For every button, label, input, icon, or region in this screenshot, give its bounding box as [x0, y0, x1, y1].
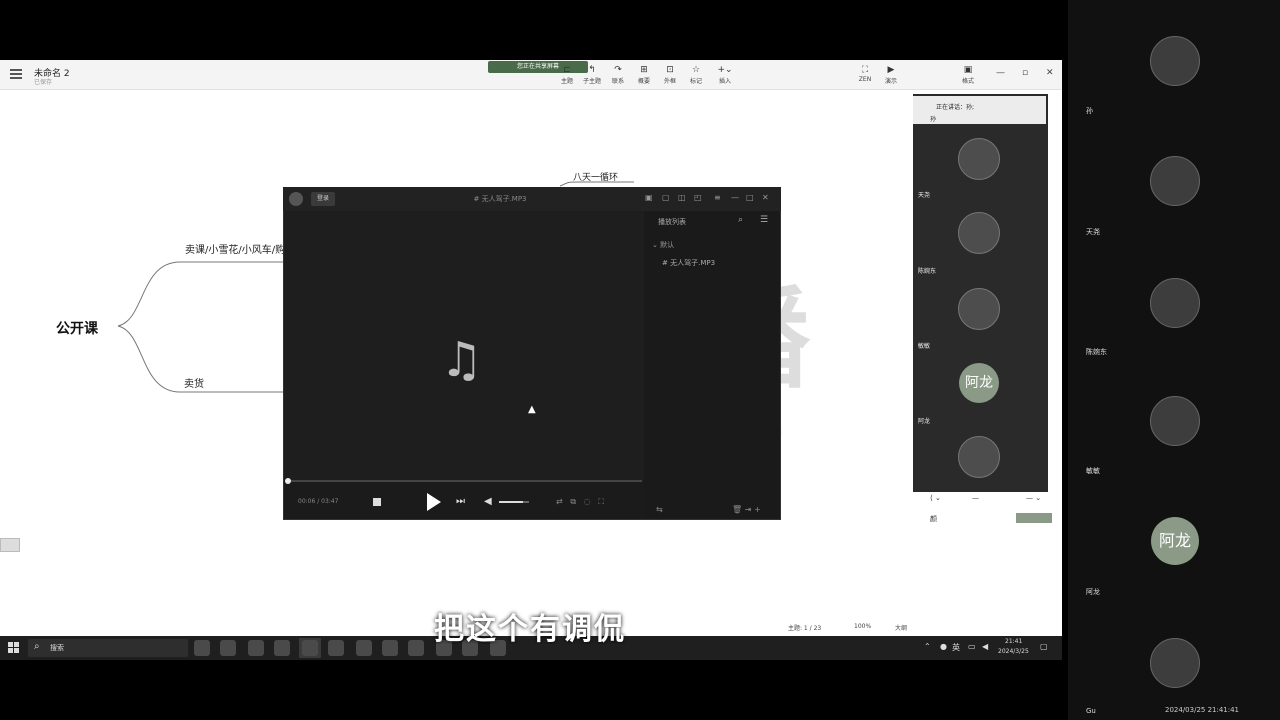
maximize-icon[interactable]: □: [746, 193, 754, 202]
participant-name: 孙: [1086, 107, 1093, 115]
speaking-text: 正在讲话：孙;: [936, 104, 975, 111]
chat-icon[interactable]: ◫: [678, 193, 686, 202]
color-swatch[interactable]: [1016, 513, 1052, 523]
search-icon[interactable]: ⌕: [738, 215, 743, 225]
volume-level: [499, 501, 523, 503]
mindmap-node[interactable]: 卖课/小雪花/小风车/购: [185, 241, 285, 256]
now-playing-title: # 无人驾子.MP3: [473, 195, 527, 203]
participant-avatar[interactable]: [1150, 396, 1200, 446]
mindmap-node[interactable]: 卖货: [184, 375, 204, 390]
stop-button[interactable]: [373, 498, 381, 506]
playlist-mode-icon[interactable]: ⇆: [656, 505, 663, 514]
music-note-icon: ♫: [440, 332, 484, 388]
app-icon[interactable]: [220, 640, 236, 656]
folder-label: 默认: [660, 241, 675, 249]
volume-icon[interactable]: ◀: [484, 496, 492, 507]
participant-avatar[interactable]: [958, 436, 1000, 478]
network-icon[interactable]: ▭: [968, 642, 976, 651]
side-panel-toggle[interactable]: [0, 538, 20, 552]
playlist-tools-icon[interactable]: 🗑 ⇥ +: [732, 505, 761, 514]
participant-name: Gu: [1086, 707, 1096, 715]
play-button[interactable]: [427, 493, 441, 511]
participant-name: 阿龙: [1086, 588, 1100, 596]
participant-name: 敏敏: [918, 343, 931, 350]
player-logo-icon: [289, 192, 303, 206]
minimize-icon[interactable]: —: [731, 193, 739, 202]
stroke-select[interactable]: —: [972, 494, 979, 502]
participant-avatar[interactable]: [958, 138, 1000, 180]
participant-name: 天尧: [918, 192, 931, 199]
start-icon[interactable]: [8, 642, 20, 654]
video-subtitle: 把这个有调侃: [434, 612, 626, 644]
current-speaker: 孙: [930, 116, 937, 123]
search-placeholder: 搜索: [50, 644, 64, 652]
participant-avatar[interactable]: [958, 212, 1000, 254]
participant-name: 敏敏: [1086, 467, 1100, 475]
participant-avatar[interactable]: [1150, 36, 1200, 86]
topic-count: 主题: 1 / 23: [788, 625, 822, 632]
color-label: 颜: [930, 515, 937, 523]
message-icon[interactable]: ◰: [694, 193, 702, 202]
notification-icon[interactable]: ▢: [1040, 642, 1048, 651]
recording-timestamp: 2024/03/25 21:41:41: [1165, 706, 1240, 714]
clock-date[interactable]: 2024/3/25: [998, 648, 1029, 655]
participant-avatar[interactable]: 阿龙: [1151, 517, 1199, 565]
participant-avatar[interactable]: [958, 288, 1000, 330]
participant-name: 阿龙: [918, 418, 931, 425]
close-icon[interactable]: ✕: [762, 193, 769, 202]
participant-avatar[interactable]: [1150, 638, 1200, 688]
mouse-cursor-icon: ▲: [528, 404, 536, 415]
outline-button[interactable]: 大纲: [895, 623, 907, 632]
seek-handle[interactable]: [285, 478, 291, 484]
mindmap-node[interactable]: 八天一循环: [573, 170, 618, 183]
shape-select[interactable]: ⟨ ⌄: [930, 494, 941, 502]
tray-chevron-icon[interactable]: ⌃: [924, 642, 931, 651]
participant-name: 天尧: [1086, 228, 1100, 236]
playback-time: 00:06 / 03:47: [298, 498, 339, 505]
participant-avatar[interactable]: [1150, 278, 1200, 328]
skin-icon[interactable]: ▢: [662, 193, 670, 202]
participant-gallery: [1068, 0, 1280, 720]
participant-avatar[interactable]: 阿龙: [959, 363, 999, 403]
playlist-title: 播放列表: [658, 218, 686, 226]
game-icon[interactable]: ▣: [645, 193, 653, 202]
mindmap-root-node[interactable]: 公开课: [56, 318, 98, 338]
login-button[interactable]: 登录: [311, 192, 335, 206]
list-menu-icon[interactable]: ☰: [760, 215, 768, 225]
clock-time[interactable]: 21:41: [1005, 638, 1022, 645]
participant-name: 陈婉东: [1086, 348, 1107, 356]
line-select[interactable]: — ⌄: [1026, 494, 1041, 502]
search-icon: ⌕: [34, 641, 40, 652]
playlist-folder[interactable]: ⌄ 默认: [652, 240, 674, 250]
playlist-item[interactable]: # 无人驾子.MP3: [662, 258, 715, 268]
seek-bar[interactable]: [286, 480, 642, 482]
mail-icon[interactable]: [248, 640, 264, 656]
ime-indicator[interactable]: 英: [952, 642, 960, 653]
edge-icon[interactable]: [274, 640, 290, 656]
volume-icon[interactable]: ◀: [982, 642, 988, 651]
menu-icon[interactable]: ≡: [714, 193, 721, 202]
zoom-level[interactable]: 100%: [854, 623, 871, 630]
player-extra-controls[interactable]: ⇄ ⧉ ◌ ⛶: [556, 497, 604, 507]
participant-avatar[interactable]: [1150, 156, 1200, 206]
next-track-icon[interactable]: ⏭: [456, 496, 465, 507]
microphone-icon[interactable]: ●: [940, 642, 947, 651]
chrome-icon[interactable]: [194, 640, 210, 656]
participant-name: 陈婉东: [918, 268, 937, 275]
